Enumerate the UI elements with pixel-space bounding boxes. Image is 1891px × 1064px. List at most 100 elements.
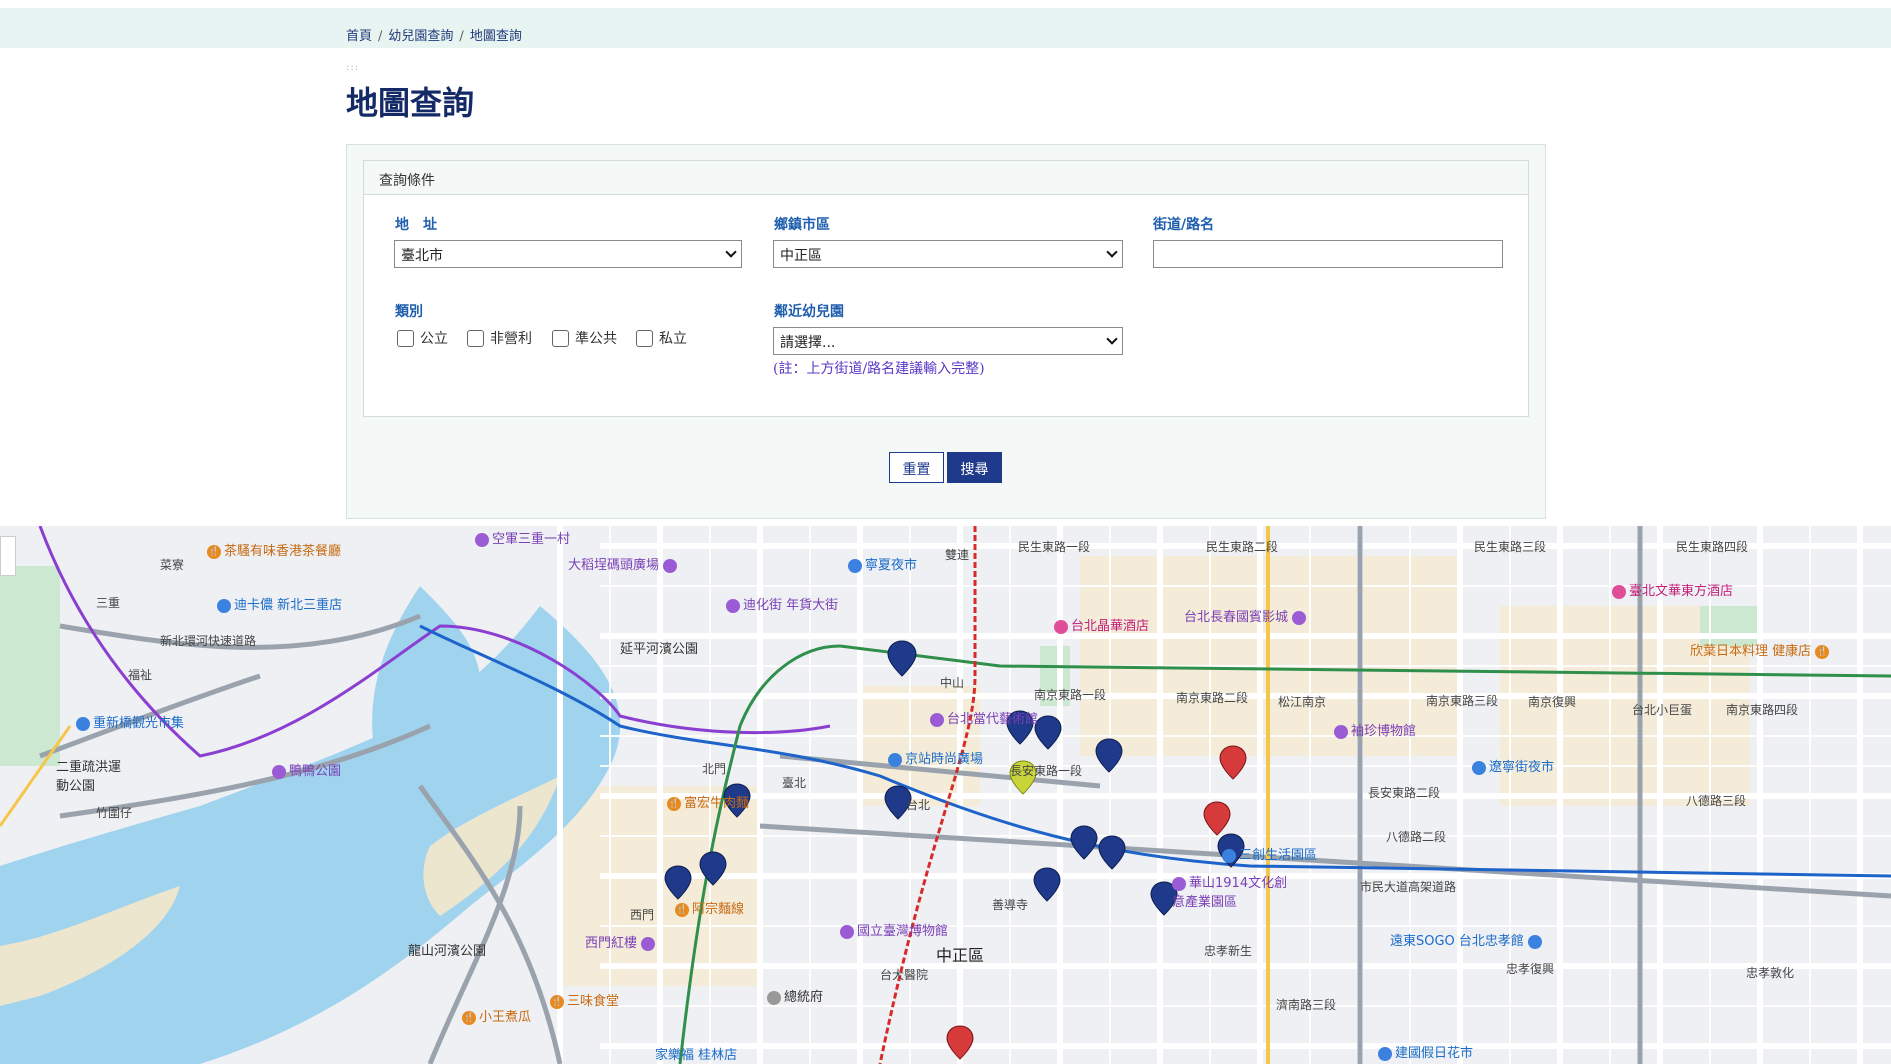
breadcrumb: 首頁 / 幼兒園查詢 / 地圖查詢 <box>346 25 522 44</box>
breadcrumb-home[interactable]: 首頁 <box>346 29 372 44</box>
street-label-map: 雙連 <box>945 548 970 562</box>
category-public[interactable]: 公立 <box>397 328 448 348</box>
street-label-map: 民生東路四段 <box>1676 540 1749 554</box>
map-poi[interactable]: 臺北文華東方酒店 <box>1612 580 1733 599</box>
category-public-label: 公立 <box>420 331 448 347</box>
map-poi[interactable]: 台北晶華酒店 <box>1054 615 1149 634</box>
street-label-map: 長安東路一段 <box>1010 764 1083 778</box>
street-label-map: 中山 <box>940 676 965 690</box>
breadcrumb-separator: / <box>378 29 383 44</box>
map-poi[interactable]: 台北長春國賓影城 <box>1184 606 1309 625</box>
city-select[interactable]: 臺北市 <box>394 240 742 268</box>
map-poi[interactable]: 🍴 三味食堂 <box>550 990 619 1009</box>
map-poi[interactable]: 寧夏夜市 <box>848 554 917 573</box>
street-label-map: 新北環河快速道路 <box>160 634 257 648</box>
street-label-map: 濟南路三段 <box>1276 998 1337 1012</box>
map-poi[interactable]: 龍山河濱公園 <box>408 940 486 959</box>
map-poi-label: 遠東SOGO 台北忠孝館 <box>1390 934 1524 949</box>
nearby-select-value: 請選擇... <box>780 335 836 351</box>
map-poi[interactable]: 建國假日花市 <box>1378 1042 1473 1061</box>
breadcrumb-current[interactable]: 地圖查詢 <box>470 29 522 44</box>
district-select[interactable]: 中正區 <box>773 240 1123 268</box>
nearby-label: 鄰近幼兒園 <box>774 304 844 320</box>
map-poi[interactable]: 🍴 阿宗麵線 <box>675 898 744 917</box>
street-label-map: 菜寮 <box>160 558 185 572</box>
chevron-down-icon <box>1106 333 1118 345</box>
map-poi[interactable]: 遠東SOGO 台北忠孝館 <box>1390 930 1545 949</box>
street-label-map: 台北 <box>906 798 931 812</box>
street-input[interactable] <box>1153 240 1503 268</box>
street-note: (註：上方街道/路名建議輸入完整) <box>773 361 985 377</box>
map-poi-label: 重新橋觀光市集 <box>93 716 185 731</box>
nearby-kindergarten-select[interactable]: 請選擇... <box>773 327 1123 355</box>
map-poi[interactable]: 延平河濱公園 <box>620 638 698 657</box>
map-poi[interactable]: 鴨鴨公園 <box>272 760 341 779</box>
category-private-label: 私立 <box>659 331 687 347</box>
map-poi[interactable]: 🍴 富宏牛肉麵 <box>667 792 749 811</box>
restaurant-icon: 🍴 <box>207 544 221 559</box>
street-label-map: 北門 <box>702 762 727 776</box>
map-poi[interactable]: 遼寧街夜市 <box>1472 756 1554 775</box>
street-label-map: 忠孝新生 <box>1204 944 1253 958</box>
search-conditions-legend: 查詢條件 <box>364 161 1528 195</box>
address-label: 地 址 <box>395 217 437 233</box>
street-label-map: 臺北 <box>782 776 807 790</box>
checkbox[interactable] <box>636 329 653 347</box>
category-quasi-public[interactable]: 準公共 <box>552 328 617 348</box>
map-poi[interactable]: 台北當代藝術館 <box>930 708 1038 727</box>
street-label-map: 長安東路二段 <box>1368 786 1441 800</box>
map-poi[interactable]: 🍴 茶騷有味香港茶餐廳 <box>207 540 341 559</box>
map-poi-label: 迪卡儂 新北三重店 <box>234 598 343 613</box>
street-label-map: 南京東路四段 <box>1726 703 1799 717</box>
map-poi[interactable]: 總統府 <box>767 986 823 1005</box>
chevron-down-icon <box>1106 246 1118 258</box>
street-label-map: 松江南京 <box>1278 695 1327 709</box>
reset-button[interactable]: 重置 <box>889 452 944 483</box>
chevron-down-icon <box>725 246 737 258</box>
shopping-icon <box>217 598 231 613</box>
checkbox[interactable] <box>397 329 414 347</box>
map-poi-label: 迪化街 年貨大街 <box>743 598 839 613</box>
map-poi[interactable]: 華山1914文化創意產業園區 <box>1172 872 1292 910</box>
map-poi[interactable]: 袖珍博物館 <box>1334 720 1416 739</box>
map-poi-label: 華山1914文化創意產業園區 <box>1172 876 1288 910</box>
map-poi[interactable]: 迪化街 年貨大街 <box>726 594 838 613</box>
breadcrumb-bar: 首頁 / 幼兒園查詢 / 地圖查詢 <box>0 8 1891 48</box>
street-label-map: 福祉 <box>128 668 153 682</box>
category-private[interactable]: 私立 <box>636 328 687 348</box>
checkbox[interactable] <box>467 329 484 347</box>
category-nonprofit[interactable]: 非營利 <box>467 328 532 348</box>
map-poi[interactable]: 西門紅樓 <box>585 932 658 951</box>
search-button[interactable]: 搜尋 <box>947 452 1002 483</box>
map-poi[interactable]: 空軍三重一村 <box>475 528 570 547</box>
landmark-icon <box>726 598 740 613</box>
breadcrumb-kindergarten-search[interactable]: 幼兒園查詢 <box>388 29 453 44</box>
street-label-map: 南京東路二段 <box>1176 691 1249 705</box>
shopping-icon <box>1472 760 1486 775</box>
map-poi[interactable]: 迪卡儂 新北三重店 <box>217 594 342 613</box>
street-label-map: 民生東路三段 <box>1474 540 1547 554</box>
street-label-map: 八德路三段 <box>1686 794 1747 808</box>
map-poi[interactable]: 家樂福 桂林店 <box>655 1044 737 1063</box>
map-poi[interactable]: 京站時尚廣場 <box>888 748 983 767</box>
map-poi[interactable]: 欣葉日本料理 健康店 🍴 <box>1690 640 1832 659</box>
map-poi[interactable]: 國立臺灣博物館 <box>840 920 948 939</box>
map-poi[interactable]: 🍴 小王煮瓜 <box>462 1006 531 1025</box>
map-poi-label: 台北長春國賓影城 <box>1184 610 1289 625</box>
map-poi-label: 富宏牛肉麵 <box>684 796 750 811</box>
street-label-map: 南京復興 <box>1528 695 1577 709</box>
map-poi-label: 台北當代藝術館 <box>947 712 1039 727</box>
map-side-toggle[interactable] <box>0 536 16 576</box>
map-poi[interactable]: 二重疏洪運動公園 <box>56 756 126 794</box>
street-label-map: 西門 <box>630 908 655 922</box>
anchor-dots[interactable]: ::: <box>346 62 359 73</box>
map-poi[interactable]: 大稻埕碼頭廣場 <box>568 554 680 573</box>
map-poi[interactable]: 重新橋觀光市集 <box>76 712 184 731</box>
map-poi[interactable]: 三創生活園區 <box>1222 844 1317 863</box>
map-view[interactable]: 🍴 茶騷有味香港茶餐廳 空軍三重一村 大稻埕碼頭廣場 寧夏夜市 迪卡儂 新北三重店… <box>0 526 1891 1064</box>
checkbox[interactable] <box>552 329 569 347</box>
street-label-map: 忠孝復興 <box>1506 962 1555 976</box>
category-label: 類別 <box>395 304 423 320</box>
street-label-map: 民生東路一段 <box>1018 540 1091 554</box>
city-select-value: 臺北市 <box>401 248 443 264</box>
